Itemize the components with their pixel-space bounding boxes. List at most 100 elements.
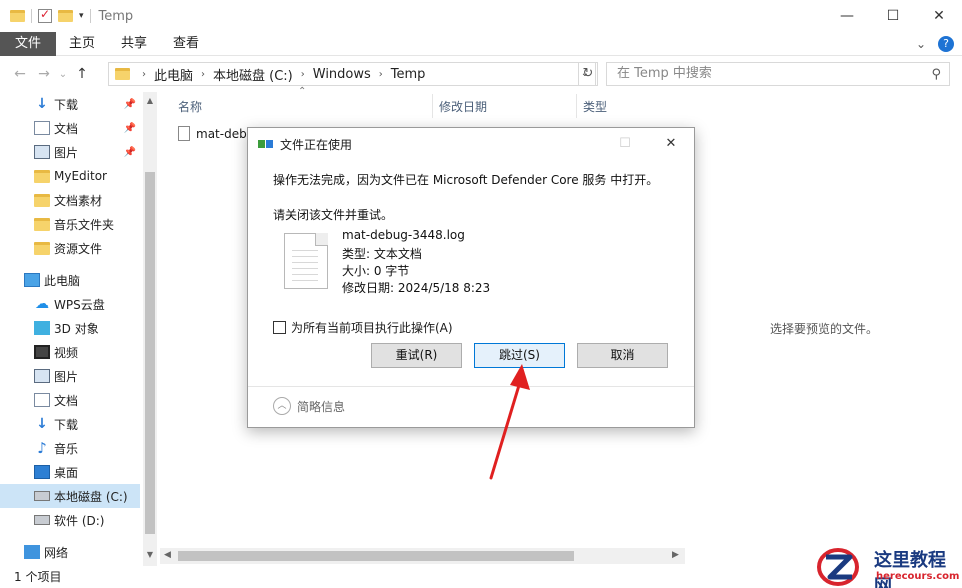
new-folder-icon[interactable] <box>58 10 73 22</box>
document-icon <box>34 121 50 135</box>
quick-access-toolbar: ▾ <box>0 7 91 23</box>
divider <box>89 9 91 23</box>
sidebar-item-label: 视频 <box>54 345 79 360</box>
sidebar-item-label: 文档 <box>54 393 79 408</box>
sidebar-item-documents-pc[interactable]: 文档 <box>0 388 140 412</box>
sidebar-item-label: 音乐 <box>54 441 79 456</box>
sidebar-item-wps-cloud[interactable]: ☁ WPS云盘 <box>0 292 140 316</box>
recent-locations-icon[interactable]: ⌄ <box>56 69 70 80</box>
retry-button[interactable]: 重试(R) <box>371 343 462 368</box>
chevron-right-icon[interactable]: › <box>140 69 148 80</box>
sidebar-item-music-folder[interactable]: 音乐文件夹 <box>0 212 140 236</box>
title-bar: ▾ Temp — ☐ ✕ <box>0 0 962 32</box>
up-button[interactable]: ↑ <box>70 66 94 82</box>
sidebar-item-software-d[interactable]: 软件 (D:) <box>0 508 140 532</box>
properties-icon[interactable] <box>38 7 52 23</box>
column-header-type[interactable]: 类型 <box>583 98 607 115</box>
expand-ribbon-icon[interactable]: ⌄ <box>916 37 926 51</box>
sidebar-item-label: 网络 <box>44 545 69 560</box>
minimize-button[interactable]: — <box>824 0 870 32</box>
scrollbar-thumb[interactable] <box>178 551 574 561</box>
folder-icon <box>115 68 130 80</box>
dialog-close-button[interactable]: ✕ <box>648 128 694 158</box>
horizontal-scrollbar[interactable]: ◀ ▶ <box>160 548 685 564</box>
customize-dropdown-icon[interactable]: ▾ <box>79 11 84 21</box>
column-divider[interactable] <box>432 94 433 118</box>
divider <box>31 9 32 23</box>
sidebar-item-pictures-pc[interactable]: 图片 <box>0 364 140 388</box>
dialog-title-bar: 文件正在使用 ☐ ✕ <box>248 128 694 160</box>
breadcrumb-windows[interactable]: Windows <box>307 67 377 82</box>
chevron-right-icon[interactable]: › <box>299 69 307 80</box>
sidebar-item-videos[interactable]: 视频 <box>0 340 140 364</box>
folder-icon <box>34 241 50 255</box>
sidebar-item-this-pc[interactable]: 此电脑 <box>0 268 140 292</box>
forward-button[interactable]: → <box>32 66 56 82</box>
column-header-name[interactable]: 名称 <box>178 98 202 115</box>
help-icon[interactable]: ? <box>938 36 954 52</box>
file-name: mat-debug-3448.log <box>342 228 465 242</box>
scroll-left-icon[interactable]: ◀ <box>164 550 171 560</box>
scroll-right-icon[interactable]: ▶ <box>672 550 679 560</box>
file-type: 类型: 文本文档 <box>342 247 422 261</box>
network-icon <box>24 545 40 559</box>
sidebar-item-label: 音乐文件夹 <box>54 217 115 232</box>
desktop-icon <box>34 465 50 479</box>
sidebar-item-myeditor[interactable]: MyEditor <box>0 164 140 188</box>
sidebar-item-doc-materials[interactable]: 文档素材 <box>0 188 140 212</box>
sidebar-item-label: MyEditor <box>54 169 107 183</box>
tab-home[interactable]: 主页 <box>56 32 108 56</box>
disk-icon <box>34 491 50 501</box>
less-info-label: 简略信息 <box>297 399 346 414</box>
3d-objects-icon <box>34 321 50 335</box>
refresh-button[interactable]: ↻ <box>578 62 598 86</box>
sidebar-item-label: 下载 <box>54 417 79 432</box>
close-button[interactable]: ✕ <box>916 0 962 32</box>
sidebar-item-pictures[interactable]: 图片 📌 <box>0 140 140 164</box>
scrollbar-thumb[interactable] <box>145 172 155 534</box>
breadcrumb-local-disk[interactable]: 本地磁盘 (C:) <box>207 65 299 84</box>
column-divider[interactable] <box>576 94 577 118</box>
address-bar[interactable]: › 此电脑 › 本地磁盘 (C:) › Windows › Temp ⌄ <box>108 62 596 86</box>
back-button[interactable]: ← <box>8 66 32 82</box>
breadcrumb-this-pc[interactable]: 此电脑 <box>148 65 199 84</box>
sidebar-item-label: 下载 <box>54 97 79 112</box>
sidebar-item-desktop[interactable]: 桌面 <box>0 460 140 484</box>
cloud-icon: ☁ <box>35 296 49 312</box>
sidebar-item-local-disk-c[interactable]: 本地磁盘 (C:) <box>0 484 140 508</box>
document-icon <box>34 393 50 407</box>
search-icon: ⚲ <box>931 67 941 82</box>
cancel-button[interactable]: 取消 <box>577 343 668 368</box>
window-controls: — ☐ ✕ <box>824 0 962 32</box>
chevron-up-icon: ︿ <box>273 397 291 415</box>
tab-view[interactable]: 查看 <box>160 32 212 56</box>
search-input[interactable]: 在 Temp 中搜索 ⚲ <box>606 62 950 86</box>
tab-share[interactable]: 共享 <box>108 32 160 56</box>
sidebar-item-resources[interactable]: 资源文件 <box>0 236 140 260</box>
sidebar-item-network[interactable]: 网络 <box>0 540 140 564</box>
maximize-button[interactable]: ☐ <box>870 0 916 32</box>
sidebar-item-music[interactable]: ♪ 音乐 <box>0 436 140 460</box>
scroll-down-icon[interactable]: ▼ <box>143 550 157 559</box>
watermark-url: herecours.com <box>876 571 960 582</box>
chevron-right-icon[interactable]: › <box>199 69 207 80</box>
sidebar-item-3d-objects[interactable]: 3D 对象 <box>0 316 140 340</box>
pc-icon <box>24 273 40 287</box>
sidebar-item-label: 资源文件 <box>54 241 103 256</box>
column-header-modified[interactable]: 修改日期 <box>439 98 487 115</box>
sidebar-item-downloads[interactable]: ↓ 下载 📌 <box>0 92 140 116</box>
apply-all-checkbox[interactable]: 为所有当前项目执行此操作(A) <box>273 319 453 336</box>
preview-pane-text: 选择要预览的文件。 <box>770 322 879 336</box>
navigation-scrollbar[interactable]: ▲ ▼ <box>143 92 157 566</box>
tab-file[interactable]: 文件 <box>0 31 57 56</box>
scroll-up-icon[interactable]: ▲ <box>143 96 157 105</box>
sidebar-item-downloads-pc[interactable]: ↓ 下载 <box>0 412 140 436</box>
sidebar-item-label: 图片 <box>54 369 79 384</box>
sidebar-item-documents[interactable]: 文档 📌 <box>0 116 140 140</box>
chevron-right-icon[interactable]: › <box>377 69 385 80</box>
less-info-toggle[interactable]: ︿ 简略信息 <box>273 397 345 415</box>
breadcrumb-temp[interactable]: Temp <box>385 67 432 82</box>
download-icon: ↓ <box>36 96 48 112</box>
checkbox-box[interactable] <box>273 321 286 334</box>
pin-icon: 📌 <box>123 98 136 110</box>
